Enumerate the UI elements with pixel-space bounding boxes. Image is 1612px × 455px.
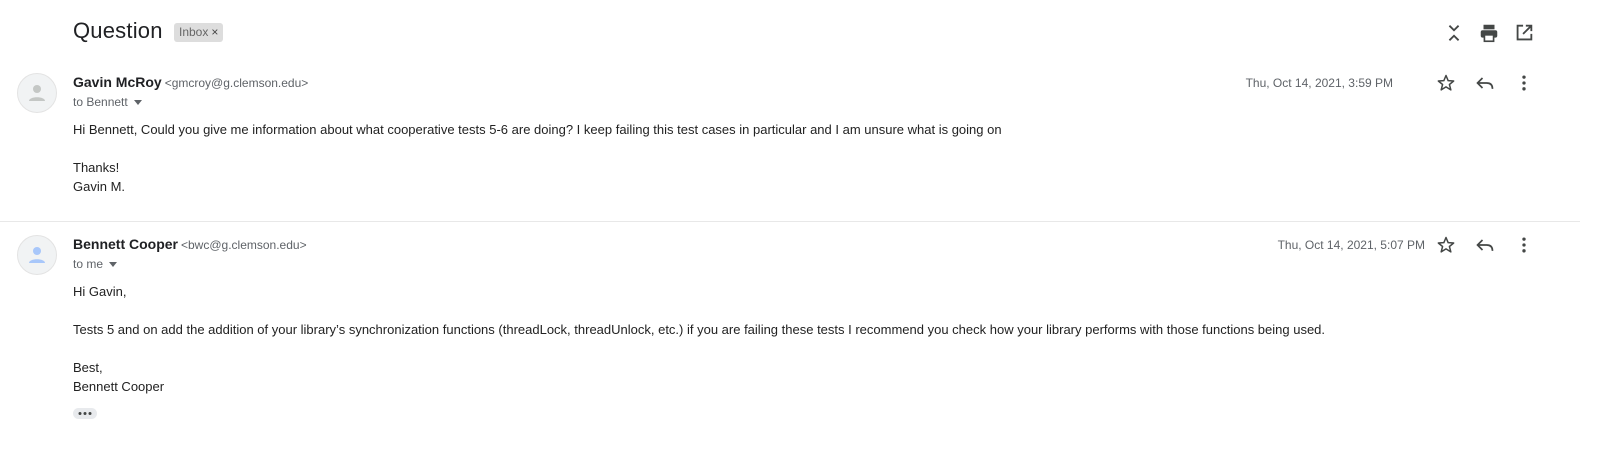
more-options-icon[interactable] [1514, 235, 1534, 255]
reply-icon[interactable] [1475, 73, 1495, 93]
sender-email: <gmcroy@g.clemson.edu> [164, 76, 309, 90]
avatar[interactable] [17, 235, 57, 275]
message-body-line: Thanks! [73, 160, 120, 175]
thread-subject: Question [73, 18, 163, 43]
star-icon[interactable] [1436, 73, 1456, 93]
label-text: Inbox [179, 25, 209, 39]
sender-name: Bennett Cooper [73, 236, 178, 252]
message-body-line: Hi Bennett, Could you give me informatio… [73, 122, 1002, 137]
more-options-icon[interactable] [1514, 73, 1534, 93]
recipient-text: to Bennett [73, 95, 128, 109]
message-body-line: Best, [73, 360, 103, 375]
sender-email: <bwc@g.clemson.edu> [181, 238, 307, 252]
sender-name: Gavin McRoy [73, 74, 162, 90]
message-date: Thu, Oct 14, 2021, 5:07 PM [1277, 238, 1425, 252]
recipient-line[interactable]: to Bennett [73, 95, 142, 109]
show-details-icon[interactable] [109, 262, 118, 268]
message-bennett: Bennett Cooper <bwc@g.clemson.edu> to me … [0, 222, 1612, 455]
person-icon [29, 247, 45, 263]
avatar[interactable] [17, 73, 57, 113]
person-icon [29, 85, 45, 101]
show-trimmed-content-button[interactable] [73, 408, 97, 419]
sender: Gavin McRoy <gmcroy@g.clemson.edu> [73, 74, 308, 90]
reply-icon[interactable] [1475, 235, 1495, 255]
message-body-line: Hi Gavin, [73, 284, 127, 299]
remove-label-icon[interactable]: × [211, 25, 218, 39]
star-icon[interactable] [1436, 235, 1456, 255]
message-body-line: Tests 5 and on add the addition of your … [73, 322, 1326, 337]
message-date: Thu, Oct 14, 2021, 3:59 PM [1245, 76, 1393, 90]
message-body-line: Bennett Cooper [73, 379, 165, 394]
print-icon[interactable] [1478, 22, 1500, 44]
ellipsis-icon [78, 412, 92, 415]
recipient-text: to me [73, 257, 104, 271]
message-body-line: Gavin M. [73, 179, 126, 194]
recipient-line[interactable]: to me [73, 257, 118, 271]
collapse-all-icon[interactable] [1443, 22, 1465, 44]
open-in-new-window-icon[interactable] [1513, 22, 1535, 44]
thread-header: Question Inbox × [0, 0, 1612, 64]
message-gavin: Gavin McRoy <gmcroy@g.clemson.edu> to Ben… [0, 64, 1580, 222]
sender: Bennett Cooper <bwc@g.clemson.edu> [73, 236, 307, 252]
inbox-label-chip: Inbox × [174, 23, 224, 42]
show-details-icon[interactable] [133, 100, 142, 106]
